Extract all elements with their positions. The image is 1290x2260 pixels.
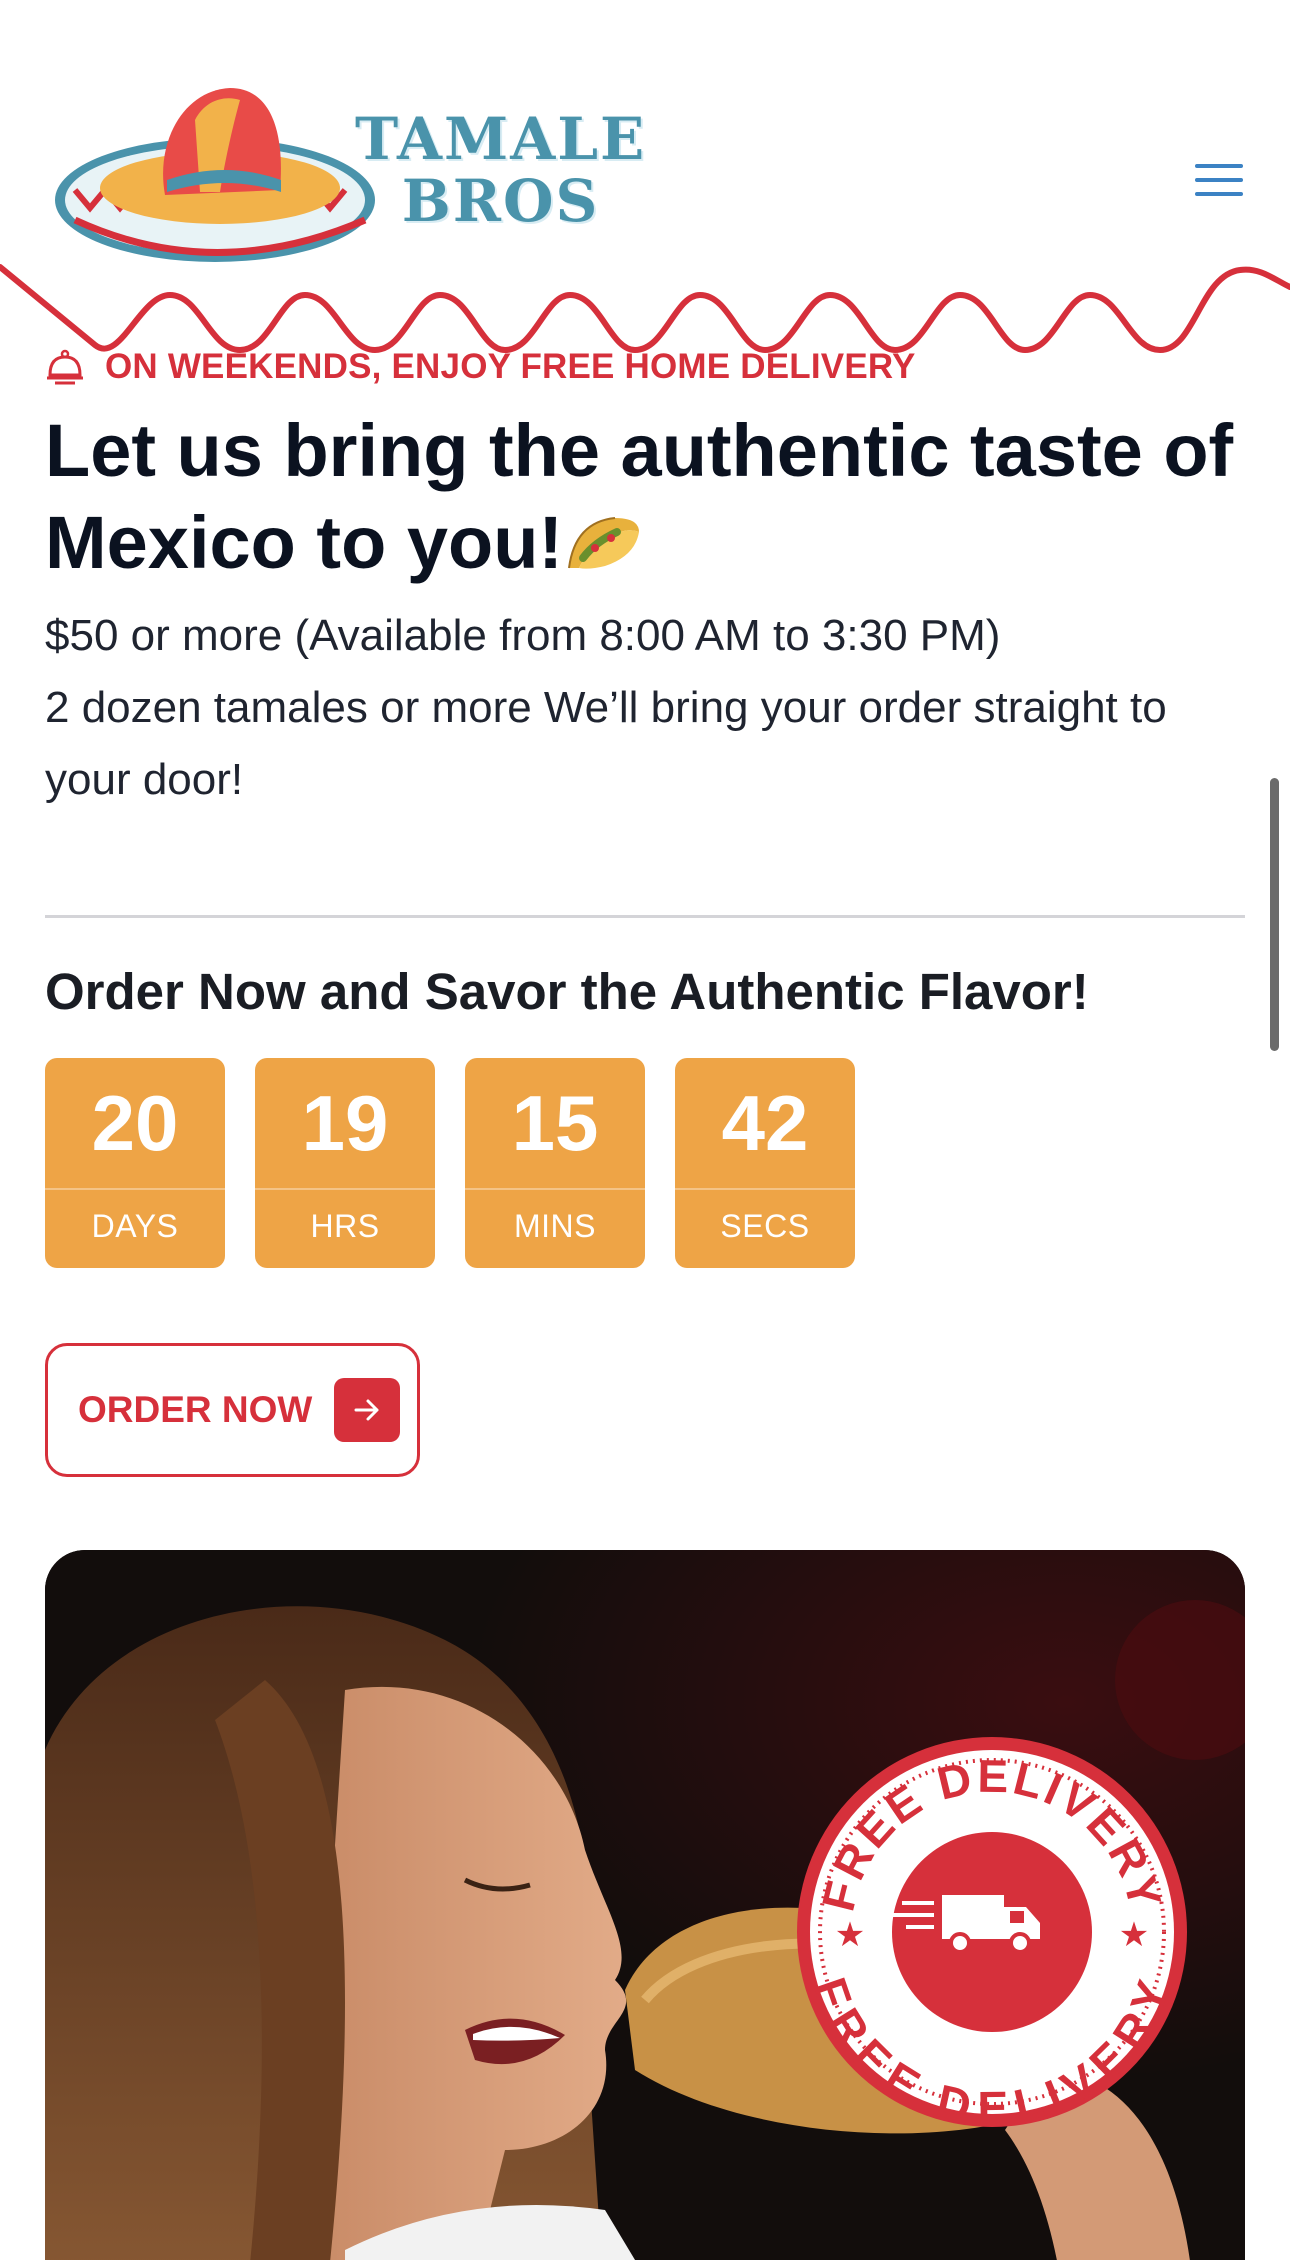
countdown-value: 15 <box>511 1078 599 1167</box>
tamale-bros-logo[interactable]: TAMALE BROS <box>55 80 644 280</box>
countdown-title: Order Now and Savor the Authentic Flavor… <box>45 963 1089 1020</box>
countdown-value: 20 <box>91 1078 179 1167</box>
arrow-right-icon <box>334 1378 401 1442</box>
free-delivery-badge: FREE DELIVERY FREE DELIVERY ★ ★ <box>797 1737 1187 2134</box>
section-divider <box>45 915 1245 918</box>
countdown-label: SECS <box>720 1208 810 1244</box>
countdown-hours: 19 HRS <box>255 1058 435 1268</box>
sombrero-logo-icon <box>55 88 375 262</box>
promo-description: $50 or more (Available from 8:00 AM to 3… <box>45 600 1245 816</box>
countdown-value: 19 <box>301 1078 389 1167</box>
hero-delivery-image: FREE DELIVERY FREE DELIVERY ★ ★ <box>45 1550 1245 2260</box>
countdown-days: 20 DAYS <box>45 1058 225 1268</box>
countdown-label: MINS <box>514 1208 596 1244</box>
order-now-label: ORDER NOW <box>78 1389 313 1430</box>
logo-line-1: TAMALE <box>355 105 647 173</box>
woman-eating-tamale-photo: FREE DELIVERY FREE DELIVERY ★ ★ <box>45 1550 1245 2260</box>
logo-line-2: BROS <box>401 167 600 235</box>
hamburger-menu-icon[interactable] <box>1195 160 1247 200</box>
countdown-value: 42 <box>721 1078 809 1167</box>
countdown-minutes: 15 MINS <box>465 1058 645 1268</box>
svg-text:★: ★ <box>835 1915 865 1955</box>
countdown-seconds: 42 SECS <box>675 1058 855 1268</box>
promo-condition-quantity: 2 dozen tamales or more We’ll bring your… <box>45 683 1167 804</box>
countdown-label: HRS <box>310 1208 380 1244</box>
svg-text:★: ★ <box>1119 1915 1149 1955</box>
taco-icon <box>568 517 640 569</box>
promo-condition-amount: $50 or more (Available from 8:00 AM to 3… <box>45 611 1001 660</box>
promo-headline: Let us bring the authentic taste of Mexi… <box>45 405 1245 589</box>
logo-wordmark: TAMALE BROS <box>355 108 646 232</box>
countdown-label: DAYS <box>91 1208 179 1244</box>
countdown-timer: 20 DAYS 19 HRS 15 MINS 42 SECS <box>45 1058 855 1268</box>
order-now-button[interactable]: ORDER NOW <box>45 1343 420 1477</box>
wavy-divider <box>0 264 1290 354</box>
page-scrollbar[interactable] <box>1270 778 1279 1051</box>
